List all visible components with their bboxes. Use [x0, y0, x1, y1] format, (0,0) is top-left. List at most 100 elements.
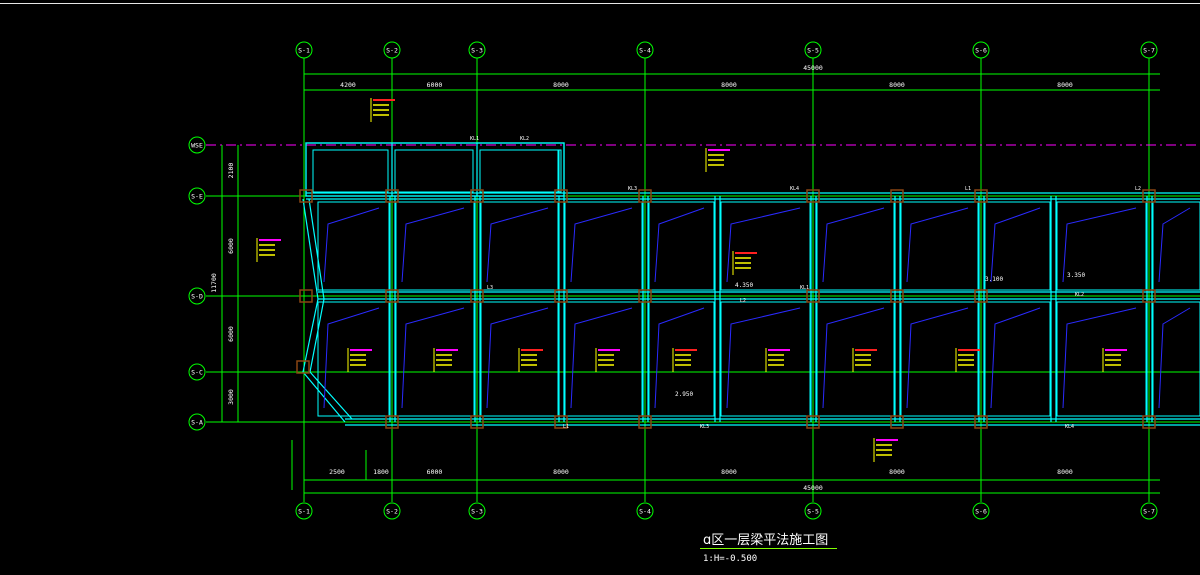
slab-panel [558, 149, 562, 193]
axis-label: S-D [191, 293, 203, 301]
slab-panel [1056, 301, 1147, 417]
dim-text-top: 8000 [889, 81, 905, 89]
axis-label: S-3 [471, 47, 483, 55]
slab-panel [816, 301, 895, 417]
beam-tag: L1 [563, 424, 569, 430]
axis-label: S-2 [386, 47, 398, 55]
title-underline [700, 548, 837, 549]
dim-text-bottom: 8000 [1057, 468, 1073, 476]
beam-tag: KL4 [790, 186, 799, 192]
slab-rebar-line [570, 307, 633, 409]
beam-tag: L3 [487, 285, 493, 291]
slab-rebar-line [990, 207, 1041, 283]
drawing-title: ɑ区一层梁平法施工图 [703, 533, 829, 548]
slab-panel [648, 201, 715, 291]
axis-label: S-4 [639, 47, 651, 55]
axis-label: S-2 [386, 508, 398, 516]
dim-text-bottom: 8000 [889, 468, 905, 476]
axis-label: S-E [191, 193, 203, 201]
axis-label: S-6 [975, 508, 987, 516]
drawing-scale: 1:H=-0.500 [703, 554, 758, 564]
slab-rebar-line [906, 307, 969, 409]
dim-text-left: 2100 [227, 163, 235, 179]
elev-note: 4.350 [735, 282, 753, 289]
dim-text-bottom: 6000 [427, 468, 443, 476]
slab-panel [479, 149, 559, 193]
axis-label: S-6 [975, 47, 987, 55]
elev-note: 3.350 [1067, 272, 1085, 279]
slab-rebar-line [654, 207, 705, 283]
slab-panel [394, 149, 474, 193]
slab-panel [816, 201, 895, 291]
axis-label: S-A [191, 419, 203, 427]
axis-label: S-1 [298, 508, 310, 516]
dim-total-bottom: 45000 [803, 484, 823, 492]
slab-panel [395, 201, 475, 291]
cad-drawing: S-1 S-1 S-2 S-2 S-3 S-3 S-4 S-4 S-5 S-5 S-6 S-6 S-7 S… [188, 41, 1200, 520]
axis-label: S-C [191, 369, 203, 377]
dim-text-bottom: 2500 [329, 468, 345, 476]
axis-label: S-5 [807, 508, 819, 516]
axis-label: S-3 [471, 508, 483, 516]
axis-label: S-5 [807, 47, 819, 55]
beam-tag: KL3 [628, 186, 637, 192]
dim-text-left: 6000 [227, 238, 235, 254]
beam-tag: KL2 [520, 136, 529, 142]
slab-panel [564, 201, 643, 291]
slab-panel [1152, 201, 1200, 291]
elev-note: 3.100 [985, 276, 1003, 283]
beam-outline-north [305, 142, 565, 197]
dim-text-left: 6000 [227, 326, 235, 342]
slab-rebar-line [906, 207, 969, 283]
dim-text-top: 4200 [340, 81, 356, 89]
slab-panel [312, 149, 389, 193]
dim-text-bottom: 8000 [553, 468, 569, 476]
slab-rebar-line [486, 207, 549, 283]
slab-rebar-line [726, 307, 801, 409]
slab-rebar-line [822, 207, 885, 283]
slab-panel [900, 201, 979, 291]
slab-panel [317, 201, 390, 291]
axis-label: WSE [191, 142, 203, 150]
dim-text-left: 3000 [227, 389, 235, 405]
slab-panel [480, 201, 559, 291]
slab-rebar-line [726, 207, 801, 283]
axis-label: S-4 [639, 508, 651, 516]
slab-panel [720, 201, 811, 291]
slab-panel [1152, 301, 1200, 417]
slab-rebar-line [401, 307, 465, 409]
axis-label: S-7 [1143, 47, 1155, 55]
dimension-lines: 45000 4200 6000 8000 8000 8000 8000 45000 2500 18… [210, 64, 1160, 494]
slab-rebar-line [401, 207, 465, 283]
dim-text-top: 6000 [427, 81, 443, 89]
slab-rebar-line [323, 307, 380, 409]
dim-total-top: 45000 [803, 64, 823, 72]
slab-panel [648, 301, 715, 417]
beam-tag: KL2 [1075, 292, 1084, 298]
dim-text-top: 8000 [721, 81, 737, 89]
beam-tag: L2 [1135, 186, 1141, 192]
axis-grid: S-1 S-1 S-2 S-2 S-3 S-3 S-4 S-4 S-5 S-5 S-6 S-6 S-7 S… [188, 41, 1200, 520]
slab-rebar-line [1062, 307, 1137, 409]
elev-note: 2.950 [675, 391, 693, 398]
beam-tag: KL3 [700, 424, 709, 430]
beam-tag: KL1 [470, 136, 479, 142]
beam-tag: L2 [740, 298, 746, 304]
slab-rebar-line [323, 207, 380, 283]
slab-rebar-line [990, 307, 1041, 409]
slab-rebar-line [570, 207, 633, 283]
beam-tag: L1 [965, 186, 971, 192]
axis-label: S-7 [1143, 508, 1155, 516]
dim-text-bottom: 8000 [721, 468, 737, 476]
dim-text-top: 8000 [1057, 81, 1073, 89]
slab-panel [317, 301, 390, 417]
dim-text-top: 8000 [553, 81, 569, 89]
slab-rebar-line [486, 307, 549, 409]
slab-rebar-line [1062, 207, 1137, 283]
slab-rebar-line [1158, 307, 1191, 409]
dim-text-bottom: 1800 [373, 468, 389, 476]
beam-tag: KL4 [1065, 424, 1074, 430]
dim-total-left: 11700 [210, 273, 218, 293]
axis-label: S-1 [298, 47, 310, 55]
slab-rebar-line [1158, 207, 1191, 283]
